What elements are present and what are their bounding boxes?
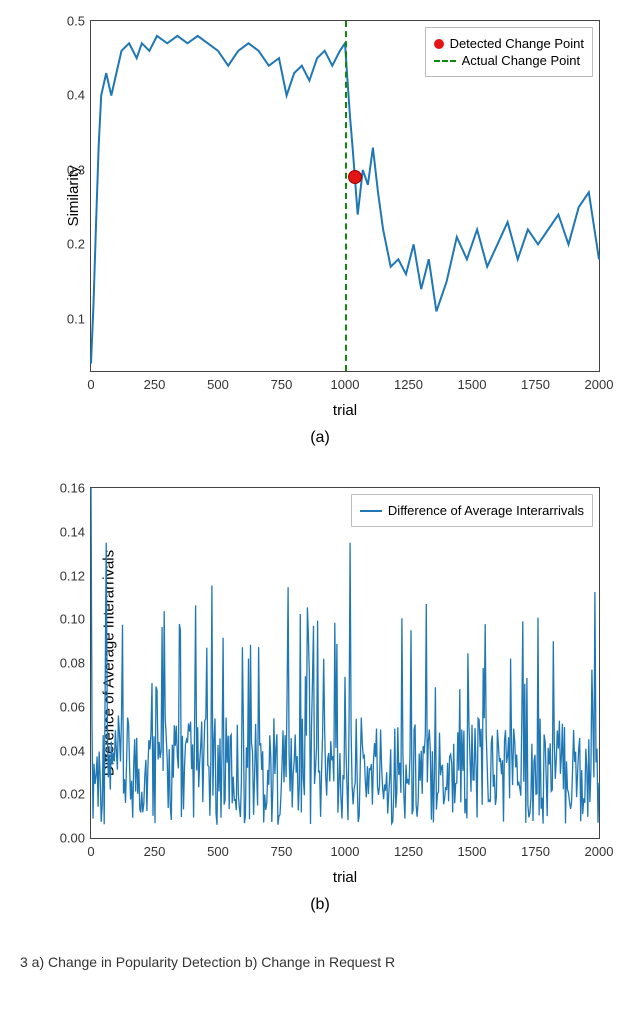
y-tick: 0.1	[67, 311, 85, 326]
x-tick: 1000	[331, 377, 360, 392]
figure-caption: 3 a) Change in Popularity Detection b) C…	[20, 954, 620, 970]
blue-line-icon	[360, 510, 382, 512]
y-tick: 0.10	[60, 612, 85, 627]
legend-item: Actual Change Point	[434, 53, 584, 68]
x-tick: 250	[144, 844, 166, 859]
x-tick: 500	[207, 844, 229, 859]
legend-label: Detected Change Point	[450, 36, 584, 51]
x-tick: 1500	[458, 377, 487, 392]
plot-area-b: Difference of Average Interarrivals Diff…	[90, 487, 600, 839]
legend-b: Difference of Average Interarrivals	[351, 494, 593, 527]
subfig-label-b: (b)	[20, 896, 620, 914]
x-tick: 1500	[458, 844, 487, 859]
x-tick: 2000	[585, 377, 614, 392]
y-tick: 0.06	[60, 699, 85, 714]
x-tick: 750	[271, 844, 293, 859]
y-tick: 0.5	[67, 14, 85, 29]
x-tick: 1250	[394, 844, 423, 859]
actual-change-line	[345, 21, 347, 371]
y-tick: 0.00	[60, 831, 85, 846]
y-tick: 0.4	[67, 88, 85, 103]
y-tick: 0.08	[60, 656, 85, 671]
x-tick: 500	[207, 377, 229, 392]
x-tick: 750	[271, 377, 293, 392]
y-tick: 0.04	[60, 743, 85, 758]
subfig-label-a: (a)	[20, 429, 620, 447]
legend-item: Detected Change Point	[434, 36, 584, 51]
legend-a: Detected Change Point Actual Change Poin…	[425, 27, 593, 77]
y-tick: 0.16	[60, 481, 85, 496]
x-axis-label-b: trial	[90, 869, 600, 886]
x-tick: 2000	[585, 844, 614, 859]
x-tick: 1250	[394, 377, 423, 392]
x-tick: 1750	[521, 844, 550, 859]
x-tick: 0	[87, 377, 94, 392]
chart-a: Similarity Detected Change Point Actual …	[20, 20, 620, 447]
legend-label: Actual Change Point	[462, 53, 581, 68]
y-tick: 0.14	[60, 524, 85, 539]
chart-b: Difference of Average Interarrivals Diff…	[20, 487, 620, 914]
y-tick: 0.2	[67, 237, 85, 252]
y-tick: 0.3	[67, 162, 85, 177]
x-tick: 1000	[331, 844, 360, 859]
x-tick: 250	[144, 377, 166, 392]
x-tick: 0	[87, 844, 94, 859]
detected-change-point	[348, 170, 362, 184]
y-tick: 0.02	[60, 787, 85, 802]
legend-label: Difference of Average Interarrivals	[388, 503, 584, 518]
plot-area-a: Similarity Detected Change Point Actual …	[90, 20, 600, 372]
y-tick: 0.12	[60, 568, 85, 583]
green-dash-icon	[434, 60, 456, 62]
data-line	[91, 488, 599, 838]
legend-item: Difference of Average Interarrivals	[360, 503, 584, 518]
red-dot-icon	[434, 39, 444, 49]
x-tick: 1750	[521, 377, 550, 392]
x-axis-label-a: trial	[90, 402, 600, 419]
